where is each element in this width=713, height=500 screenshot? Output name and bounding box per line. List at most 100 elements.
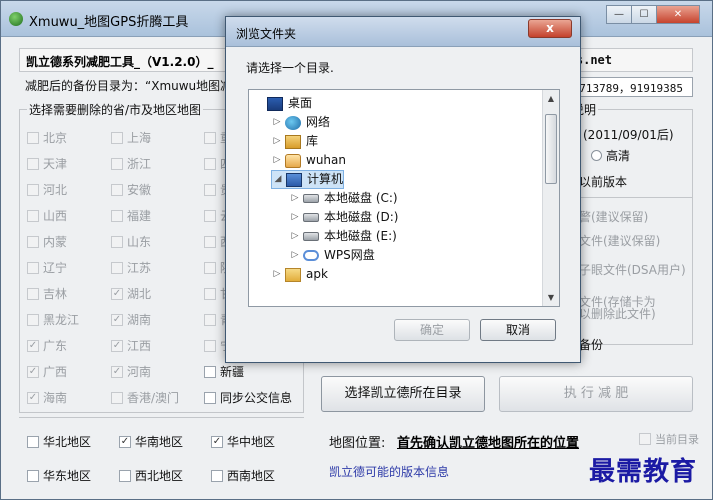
checkbox-icon — [211, 469, 223, 482]
province-checkbox[interactable]: 山东 — [111, 233, 151, 250]
app-version-title: 凯立德系列减肥工具_（V1.2.0）_ — [26, 55, 214, 69]
minimize-button[interactable]: — — [606, 5, 632, 24]
area-checkbox[interactable]: ✓ 华中地区 — [211, 433, 275, 450]
checkbox-icon — [204, 391, 216, 404]
province-checkbox[interactable]: 香港/澳门 — [111, 389, 179, 406]
dsa-option[interactable]: 电子眼文件(DSA用户) — [567, 261, 686, 278]
province-checkbox[interactable]: 同步公交信息 — [204, 389, 292, 406]
cancel-button[interactable]: 取消 — [480, 319, 556, 341]
area-checkbox[interactable]: 西南地区 — [211, 467, 275, 484]
province-checkbox[interactable]: 福建 — [111, 207, 151, 224]
map-position-label: 地图位置: — [329, 436, 386, 451]
tree-item[interactable]: ▷ 网络 — [271, 113, 330, 132]
ok-button[interactable]: 确定 — [394, 319, 470, 341]
tree-item[interactable]: ◢ 计算机 — [271, 170, 345, 189]
checkbox-icon — [27, 435, 39, 448]
checkbox-icon — [111, 183, 123, 196]
tree-item-label: apk — [306, 267, 328, 281]
scroll-up-icon[interactable]: ▲ — [543, 90, 559, 107]
province-checkbox[interactable]: 上海 — [111, 129, 151, 146]
checkbox-icon — [111, 131, 123, 144]
province-checkbox[interactable]: 内蒙 — [27, 233, 67, 250]
area-label: 华北地区 — [43, 435, 92, 449]
region-legend: 选择需要删除的省/市及地区地图 — [27, 101, 204, 118]
province-checkbox[interactable]: ✓ 江西 — [111, 337, 151, 354]
province-checkbox[interactable]: 辽宁 — [27, 259, 67, 276]
versions-info-link[interactable]: 凯立德可能的版本信息 — [329, 463, 449, 480]
tree-item[interactable]: ▷ 本地磁盘 (E:) — [289, 227, 397, 246]
area-checkbox[interactable]: 华北地区 — [27, 433, 91, 450]
province-label: 福建 — [127, 209, 152, 223]
area-checkbox[interactable]: 西北地区 — [119, 467, 183, 484]
tree-scrollbar[interactable]: ▲ ▼ — [542, 90, 559, 306]
province-label: 内蒙 — [43, 235, 68, 249]
maximize-button[interactable]: ☐ — [631, 5, 657, 24]
province-label: 湖南 — [127, 313, 152, 327]
tree-item[interactable]: ▷ 本地磁盘 (C:) — [289, 189, 398, 208]
dialog-title-bar[interactable]: 浏览文件夹 x — [226, 17, 580, 47]
tree-item[interactable]: ▷ WPS网盘 — [289, 246, 375, 265]
area-label: 华中地区 — [227, 435, 276, 449]
close-button[interactable]: ✕ — [656, 5, 700, 24]
province-checkbox[interactable]: ✓ 河南 — [111, 363, 151, 380]
disk-icon — [303, 232, 319, 241]
scroll-down-icon[interactable]: ▼ — [543, 289, 559, 306]
expand-arrow-icon[interactable]: ▷ — [289, 227, 301, 246]
tree-item[interactable]: ▷ 库 — [271, 132, 318, 151]
province-checkbox[interactable]: ✓ 海南 — [27, 389, 67, 406]
province-checkbox[interactable]: 天津 — [27, 155, 67, 172]
checkbox-icon — [204, 157, 216, 170]
checkbox-icon — [204, 209, 216, 222]
date-note: (2011/09/01后) — [583, 128, 674, 142]
backup-dir-label: 减肥后的备份目录为：“Xmuwu地图减 — [25, 79, 233, 93]
keep-file-option[interactable]: 东文件(建议保留) — [567, 232, 660, 249]
province-checkbox[interactable]: 吉林 — [27, 285, 67, 302]
tree-item[interactable]: ▷ wuhan — [271, 151, 346, 170]
dialog-title: 浏览文件夹 — [236, 27, 297, 41]
checkbox-icon — [639, 433, 651, 445]
checkbox-icon — [204, 339, 216, 352]
expand-arrow-icon[interactable]: ◢ — [272, 170, 284, 189]
expand-arrow-icon[interactable]: ▷ — [289, 189, 301, 208]
province-checkbox[interactable]: ✓ 湖北 — [111, 285, 151, 302]
browse-folder-dialog: 浏览文件夹 x 请选择一个目录. 桌面 ▷ 网络 ▷ 库 ▷ wuhan ◢ 计算机 ▷ 本地磁盘 … — [225, 16, 581, 363]
province-checkbox[interactable]: 浙江 — [111, 155, 151, 172]
checked-icon: ✓ — [27, 391, 39, 404]
checkbox-icon — [27, 287, 39, 300]
tree-item[interactable]: ▷ apk — [271, 265, 328, 284]
scroll-thumb[interactable] — [545, 114, 557, 184]
execute-button[interactable]: 执 行 减 肥 — [499, 376, 693, 412]
expand-arrow-icon[interactable]: ▷ — [271, 113, 283, 132]
province-checkbox[interactable]: 北京 — [27, 129, 67, 146]
hd-radio[interactable]: 高清 — [591, 147, 630, 164]
province-checkbox[interactable]: 安徽 — [111, 181, 151, 198]
area-checkbox[interactable]: 华东地区 — [27, 467, 91, 484]
desktop-icon — [267, 96, 283, 111]
tree-item[interactable]: 桌面 — [253, 94, 312, 113]
expand-arrow-icon[interactable]: ▷ — [271, 132, 283, 151]
province-checkbox[interactable]: 山西 — [27, 207, 67, 224]
current-dir-checkbox[interactable]: 当前目录 — [639, 431, 699, 447]
province-checkbox[interactable]: 河北 — [27, 181, 67, 198]
area-label: 华东地区 — [43, 469, 92, 483]
province-label: 海南 — [43, 391, 68, 405]
expand-arrow-icon[interactable]: ▷ — [271, 151, 283, 170]
expand-arrow-icon[interactable]: ▷ — [289, 246, 301, 265]
province-checkbox[interactable]: ✓ 广东 — [27, 337, 67, 354]
select-dir-button[interactable]: 选择凯立德所在目录 — [321, 376, 485, 412]
tree-item[interactable]: ▷ 本地磁盘 (D:) — [289, 208, 399, 227]
province-checkbox[interactable]: 黑龙江 — [27, 311, 79, 328]
folder-tree[interactable]: 桌面 ▷ 网络 ▷ 库 ▷ wuhan ◢ 计算机 ▷ 本地磁盘 (C:) ▷ 本地磁盘 (D:) ▷ 本地… — [248, 89, 560, 307]
province-checkbox[interactable]: ✓ 湖南 — [111, 311, 151, 328]
province-label: 江苏 — [127, 261, 152, 275]
dialog-close-button[interactable]: x — [528, 19, 572, 38]
province-label: 山东 — [127, 235, 152, 249]
map-position-link[interactable]: 首先确认凯立德地图所在的位置 — [397, 432, 579, 451]
province-label: 北京 — [43, 131, 68, 145]
province-checkbox[interactable]: 新疆 — [204, 363, 244, 380]
expand-arrow-icon[interactable]: ▷ — [289, 208, 301, 227]
area-checkbox[interactable]: ✓ 华南地区 — [119, 433, 183, 450]
expand-arrow-icon[interactable]: ▷ — [271, 265, 283, 284]
province-checkbox[interactable]: ✓ 广西 — [27, 363, 67, 380]
province-checkbox[interactable]: 江苏 — [111, 259, 151, 276]
